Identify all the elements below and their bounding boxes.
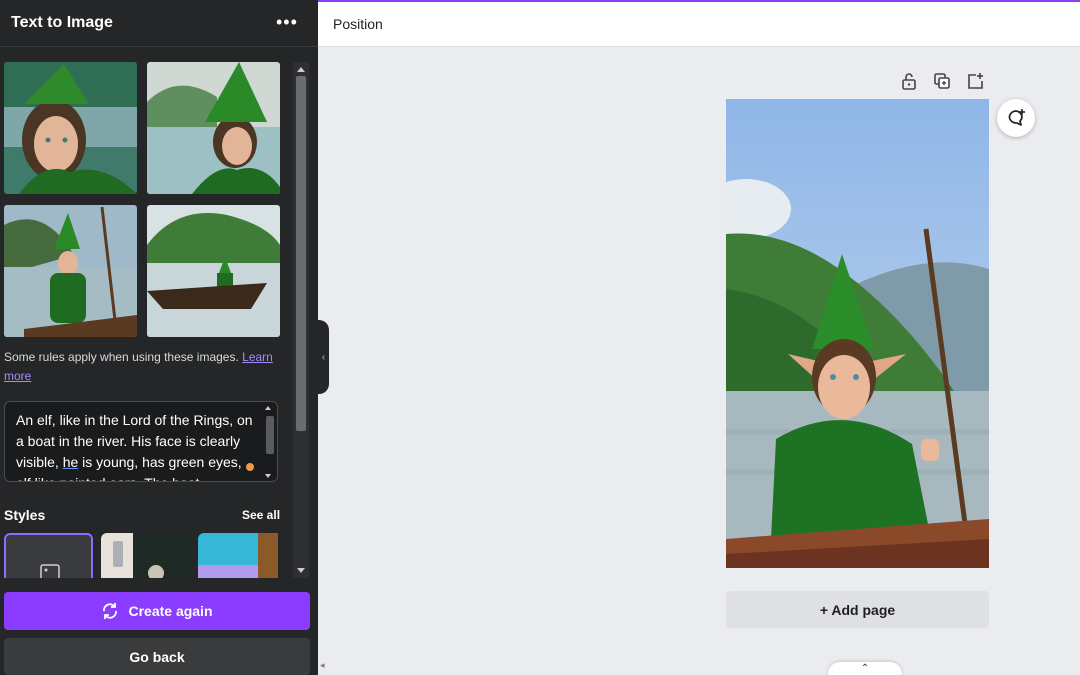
style-none[interactable] [4, 533, 93, 578]
go-back-button[interactable]: Go back [4, 638, 310, 675]
generated-image-2[interactable] [147, 62, 280, 194]
grammar-marker-icon[interactable] [246, 463, 254, 471]
style-vibrant[interactable] [198, 533, 287, 578]
create-again-button[interactable]: Create again [4, 592, 310, 630]
scroll-up-icon[interactable] [297, 67, 305, 72]
prompt-text-highlight: he [62, 454, 79, 470]
more-horizontal-icon[interactable]: ••• [276, 12, 298, 32]
unlock-icon[interactable] [898, 70, 920, 92]
usage-rules-notice: Some rules apply when using these images… [4, 348, 284, 386]
create-again-label: Create again [128, 603, 213, 619]
duplicate-page-icon[interactable] [931, 70, 953, 92]
generated-image-3[interactable] [4, 205, 137, 337]
editor-toolbar: Position [318, 0, 1080, 47]
position-button[interactable]: Position [333, 16, 383, 32]
panel-header: Text to Image ••• [0, 0, 318, 47]
panel-title: Text to Image [11, 14, 113, 31]
prompt-textarea[interactable]: An elf, like in the Lord of the Rings, o… [4, 401, 278, 482]
chevron-up-icon: ⌃ [860, 663, 870, 674]
scroll-down-icon[interactable] [297, 568, 305, 573]
generated-image-1[interactable] [4, 62, 137, 194]
styles-heading: Styles [4, 507, 46, 523]
text-to-image-panel: Text to Image ••• Some rules apply when … [0, 0, 318, 675]
prompt-text: An elf, like in the Lord of the Rings, o… [16, 410, 256, 481]
prompt-scrollbar[interactable] [263, 404, 275, 480]
results-scroll-area: Some rules apply when using these images… [0, 48, 318, 578]
see-all-styles-link[interactable]: See all [242, 508, 280, 522]
comment-plus-icon [1008, 109, 1025, 126]
go-back-label: Go back [129, 648, 185, 665]
scrollbar-thumb[interactable] [296, 76, 306, 431]
add-page-icon[interactable] [964, 70, 986, 92]
add-comment-button[interactable] [997, 99, 1035, 137]
panel-scrollbar[interactable] [293, 62, 309, 578]
add-page-button[interactable]: + Add page [726, 591, 989, 628]
style-photo[interactable] [101, 533, 190, 578]
design-page[interactable] [726, 99, 989, 568]
scroll-left-icon[interactable]: ◂ [320, 660, 325, 671]
elf-on-boat-image[interactable] [726, 99, 989, 568]
image-icon [40, 564, 60, 578]
generated-image-4[interactable] [147, 205, 280, 337]
collapse-panel-handle[interactable]: ‹ [318, 320, 329, 394]
rules-text: Some rules apply when using these images… [4, 350, 239, 364]
add-page-label: + Add page [819, 601, 896, 618]
chevron-left-icon: ‹ [321, 351, 326, 363]
show-pages-tab[interactable]: ⌃ [828, 662, 902, 675]
refresh-icon [103, 603, 118, 619]
